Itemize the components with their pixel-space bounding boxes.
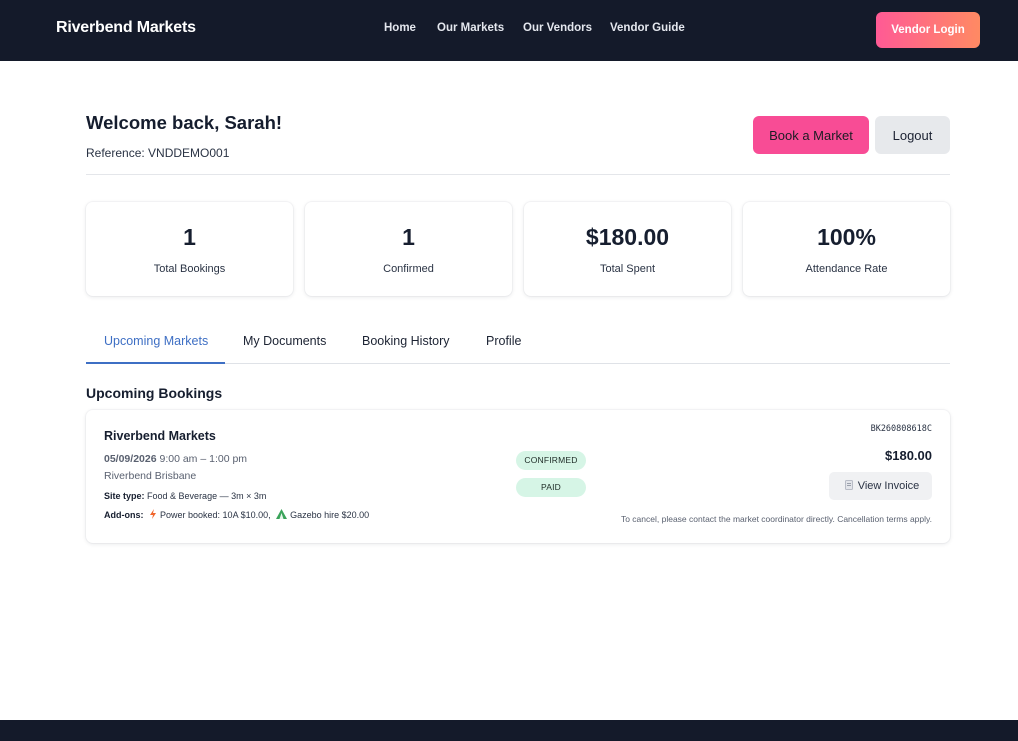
- stat-value: 1: [183, 224, 196, 250]
- addon-gazebo: Gazebo hire $20.00: [290, 510, 370, 520]
- nav-link-our-vendors[interactable]: Our Vendors: [523, 22, 592, 34]
- tab-upcoming-markets[interactable]: Upcoming Markets: [104, 334, 208, 348]
- status-badge-confirmed: CONFIRMED: [516, 451, 586, 470]
- logout-button[interactable]: Logout: [875, 116, 950, 154]
- stat-label: Total Spent: [599, 263, 656, 275]
- stat-card-total-spent: $180.00 Total Spent: [524, 202, 731, 296]
- header-divider: [86, 174, 950, 175]
- nav-link-vendor-guide[interactable]: Vendor Guide: [610, 22, 685, 34]
- stat-label: Total Bookings: [153, 263, 226, 275]
- booking-price: $180.00: [885, 448, 932, 463]
- stat-card-confirmed: 1 Confirmed: [305, 202, 512, 296]
- vendor-reference: Reference: VNDDEMO001: [86, 146, 230, 160]
- lightning-icon: [149, 509, 157, 521]
- booking-card: Riverbend Markets 05/09/2026 9:00 am – 1…: [86, 410, 950, 543]
- addons-label: Add-ons:: [104, 510, 144, 520]
- view-invoice-button[interactable]: View Invoice: [829, 472, 932, 500]
- booking-location: Riverbend Brisbane: [104, 470, 197, 482]
- tab-my-documents[interactable]: My Documents: [243, 334, 326, 348]
- site-type-label: Site type:: [104, 491, 145, 501]
- document-icon: [844, 479, 853, 493]
- top-navbar: Riverbend Markets Home Our Markets Our V…: [0, 0, 1018, 61]
- nav-link-our-markets[interactable]: Our Markets: [437, 22, 504, 34]
- tent-icon: [276, 509, 288, 521]
- active-tab-indicator: [86, 362, 225, 364]
- status-badge-paid: PAID: [516, 478, 586, 497]
- view-invoice-label: View Invoice: [857, 479, 920, 492]
- booking-time: 9:00 am – 1:00 pm: [159, 453, 248, 465]
- cancellation-note: To cancel, please contact the market coo…: [620, 514, 932, 524]
- stat-value: 100%: [817, 224, 876, 250]
- tab-profile[interactable]: Profile: [486, 334, 521, 348]
- nav-link-home[interactable]: Home: [384, 22, 416, 34]
- stat-value: $180.00: [585, 224, 670, 250]
- section-title: Upcoming Bookings: [86, 385, 223, 401]
- booking-site-type: Site type: Food & Beverage — 3m × 3m: [104, 491, 266, 501]
- booking-reference: BK260808618C: [870, 424, 932, 434]
- stat-card-total-bookings: 1 Total Bookings: [86, 202, 293, 296]
- stat-card-attendance-rate: 100% Attendance Rate: [743, 202, 950, 296]
- site-type-value: Food & Beverage — 3m × 3m: [147, 491, 267, 501]
- book-market-button[interactable]: Book a Market: [753, 116, 869, 154]
- booking-addons: Add-ons: Power booked: 10A $10.00, Gazeb…: [104, 509, 369, 521]
- stat-label: Attendance Rate: [805, 263, 888, 275]
- vendor-login-button[interactable]: Vendor Login: [876, 12, 980, 48]
- stat-value: 1: [402, 224, 415, 250]
- stat-label: Confirmed: [383, 263, 434, 275]
- welcome-heading: Welcome back, Sarah!: [86, 112, 283, 133]
- site-brand[interactable]: Riverbend Markets: [56, 19, 196, 37]
- page-footer: [0, 720, 1018, 741]
- addon-power: Power booked: 10A $10.00,: [160, 510, 271, 520]
- booking-date: 05/09/2026: [104, 453, 157, 465]
- tab-booking-history[interactable]: Booking History: [362, 334, 450, 348]
- booking-market-name: Riverbend Markets: [104, 429, 216, 443]
- booking-datetime: 05/09/2026 9:00 am – 1:00 pm: [104, 453, 247, 465]
